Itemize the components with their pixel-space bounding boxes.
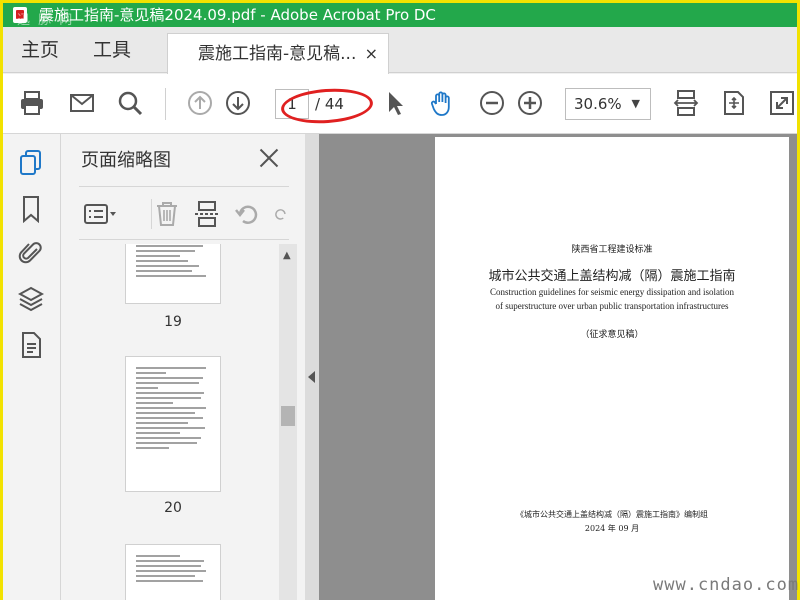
document-view[interactable]: 陕西省工程建设标准 城市公共交通上盖结构减（隔）震施工指南 Constructi… [319, 134, 797, 600]
title-bar: 迅 豚 网 震施工指南-意见稿2024.09.pdf - Adobe Acrob… [3, 3, 797, 28]
panel-collapse-strip[interactable] [305, 134, 319, 600]
document-icon[interactable] [17, 330, 45, 360]
toolbar: 1 / 44 30.6% ▼ [3, 74, 797, 134]
thumbnail-page-21[interactable] [125, 544, 221, 600]
chevron-left-icon[interactable] [308, 371, 315, 383]
menu-bar: 主页 工具 震施工指南-意见稿... × [3, 27, 797, 74]
bookmarks-icon[interactable] [17, 194, 45, 224]
page-thumbnails-icon[interactable] [17, 148, 45, 178]
tab-close-icon[interactable]: × [365, 34, 378, 74]
document-title-en-line2: of superstructure over urban public tran… [495, 301, 729, 311]
thumbnail-panel: 页面缩略图 19 20 ▲ [61, 134, 305, 600]
thumbnail-page-number: 19 [164, 314, 182, 330]
document-tab-label: 震施工指南-意见稿... [198, 44, 357, 64]
email-icon[interactable] [67, 88, 97, 118]
fit-width-icon[interactable] [671, 88, 701, 118]
window-title: 震施工指南-意见稿2024.09.pdf - Adobe Acrobat Pro… [39, 6, 436, 24]
standard-label: 陕西省工程建设标准 [571, 245, 653, 255]
navigation-rail [3, 134, 61, 600]
document-tab[interactable]: 震施工指南-意见稿... × [167, 33, 389, 74]
search-icon[interactable] [115, 88, 145, 118]
site-watermark: www.cndao.com [653, 575, 800, 595]
close-icon[interactable] [257, 146, 281, 170]
thumbnail-toolbar [79, 186, 289, 240]
print-icon[interactable] [17, 88, 47, 118]
editorial-group: 《城市公共交通上盖结构减（隔）震施工指南》编制组 [516, 510, 708, 519]
chevron-down-icon: ▼ [631, 97, 640, 110]
thumbnail-page-20[interactable] [125, 356, 221, 492]
zoom-value: 30.6% [574, 95, 622, 113]
thumbnail-list: 19 20 [79, 244, 279, 600]
toolbar-separator [151, 199, 152, 229]
menu-home[interactable]: 主页 [21, 27, 59, 73]
scroll-up-icon[interactable]: ▲ [283, 250, 291, 261]
thumbnail-scrollbar[interactable]: ▲ [279, 244, 297, 600]
insert-page-icon[interactable] [193, 199, 221, 229]
document-date: 2024 年 09 月 [584, 524, 640, 533]
select-cursor-icon[interactable] [379, 88, 409, 118]
pdf-page: 陕西省工程建设标准 城市公共交通上盖结构减（隔）震施工指南 Constructi… [435, 137, 789, 600]
hand-tool-icon[interactable] [427, 88, 457, 118]
page-down-icon[interactable] [223, 88, 253, 118]
full-screen-icon[interactable] [767, 88, 797, 118]
toolbar-separator [165, 88, 166, 120]
zoom-dropdown[interactable]: 30.6% ▼ [565, 88, 651, 120]
thumbnail-options-icon[interactable] [83, 199, 119, 229]
zoom-in-icon[interactable] [515, 88, 545, 118]
draft-note: （征求意见稿） [580, 330, 644, 340]
document-title-en-line1: Construction guidelines for seismic ener… [489, 287, 735, 297]
attachments-icon[interactable] [17, 238, 45, 268]
menu-tools[interactable]: 工具 [93, 27, 131, 73]
thumbnail-page-19[interactable] [125, 244, 221, 304]
fit-page-icon[interactable] [719, 88, 749, 118]
panel-title: 页面缩略图 [81, 150, 171, 171]
trash-icon[interactable] [153, 199, 181, 229]
thumbnail-page-number: 20 [164, 500, 182, 516]
rotate-icon[interactable] [233, 199, 261, 229]
page-up-icon[interactable] [185, 88, 215, 118]
scrollbar-thumb[interactable] [281, 406, 295, 426]
rotate-right-icon[interactable] [273, 199, 289, 229]
document-title-cn: 城市公共交通上盖结构减（隔）震施工指南 [488, 269, 736, 284]
layers-icon[interactable] [17, 284, 45, 314]
zoom-out-icon[interactable] [477, 88, 507, 118]
